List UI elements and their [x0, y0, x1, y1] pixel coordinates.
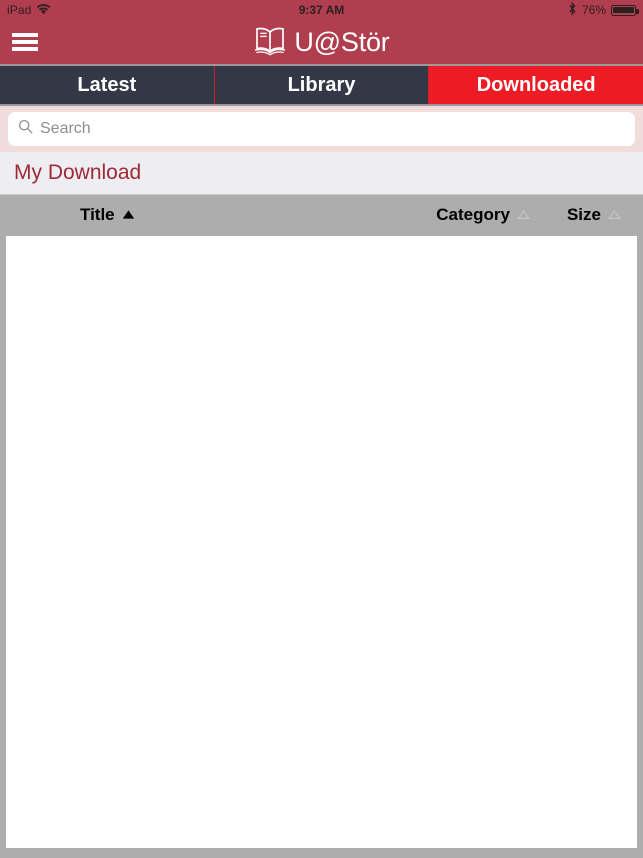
bluetooth-icon — [568, 2, 577, 18]
search-bar-container: Search — [0, 106, 643, 152]
section-header: My Download — [0, 152, 643, 195]
search-placeholder: Search — [40, 120, 91, 137]
column-label-title: Title — [80, 205, 115, 224]
column-header-category[interactable]: Category — [436, 205, 530, 225]
app-root: iPad 9:37 AM 76% U@Stör Latest Library D… — [0, 0, 643, 858]
page-title: My Download — [14, 161, 142, 184]
search-icon — [18, 119, 33, 139]
hamburger-menu-icon[interactable] — [12, 31, 38, 53]
status-device-label: iPad — [7, 3, 32, 17]
download-list-container — [0, 235, 643, 858]
download-list-empty[interactable] — [6, 236, 637, 848]
triangle-up-outline-icon — [608, 205, 621, 225]
brand: U@Stör — [0, 24, 643, 61]
status-bar-left: iPad — [7, 3, 51, 17]
hamburger-bar-3 — [12, 47, 38, 51]
column-label-size: Size — [566, 205, 601, 224]
open-book-icon — [253, 24, 287, 61]
battery-full-icon — [611, 4, 639, 16]
tab-downloaded[interactable]: Downloaded — [429, 66, 643, 104]
table-header-row: Title Category Size — [0, 195, 643, 235]
status-bar-right: 76% — [568, 2, 639, 18]
column-label-category: Category — [436, 205, 510, 224]
hamburger-bar-2 — [12, 40, 38, 44]
column-header-size[interactable]: Size — [567, 205, 621, 225]
hamburger-bar-1 — [12, 33, 38, 37]
status-bar: iPad 9:37 AM 76% — [0, 0, 643, 20]
status-time: 9:37 AM — [298, 3, 345, 17]
triangle-up-outline-icon — [517, 205, 530, 225]
wifi-icon — [36, 3, 51, 17]
navigation-bar: U@Stör — [0, 20, 643, 64]
battery-fill — [613, 6, 634, 14]
battery-percent-label: 76% — [581, 3, 606, 17]
triangle-up-filled-icon — [122, 205, 135, 225]
tab-latest[interactable]: Latest — [0, 66, 215, 104]
search-input[interactable]: Search — [8, 112, 635, 146]
tab-bar: Latest Library Downloaded — [0, 64, 643, 106]
tab-library[interactable]: Library — [214, 66, 430, 104]
brand-title: U@Stör — [294, 26, 390, 57]
column-header-title[interactable]: Title — [80, 205, 135, 225]
